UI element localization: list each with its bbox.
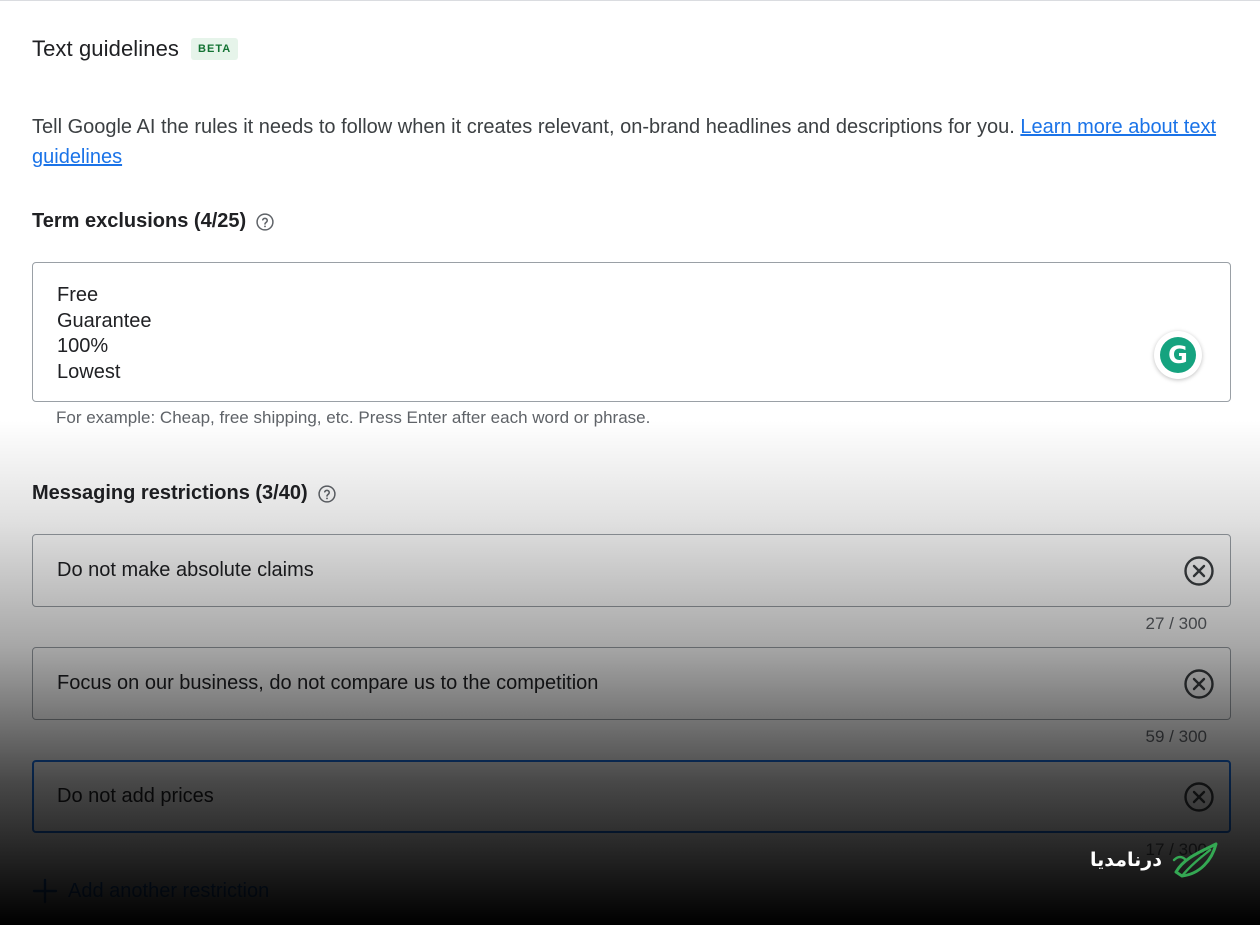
page-description: Tell Google AI the rules it needs to fol… <box>32 112 1232 172</box>
top-divider <box>0 0 1260 1</box>
watermark-text: درنامدیا <box>1090 849 1162 871</box>
watermark: درنامدیا <box>1090 838 1220 882</box>
term-list: Free Guarantee 100% Lowest <box>57 283 152 385</box>
term-item: 100% <box>57 335 109 357</box>
beta-badge: BETA <box>191 38 239 60</box>
restriction-value: Focus on our business, do not compare us… <box>57 672 599 694</box>
restriction-value: Do not add prices <box>57 785 214 807</box>
messaging-restrictions-heading: Messaging restrictions (3/40) <box>32 482 337 505</box>
term-exclusions-hint: For example: Cheap, free shipping, etc. … <box>56 408 651 427</box>
character-counter: 27 / 300 <box>1145 614 1207 633</box>
restriction-input[interactable]: Focus on our business, do not compare us… <box>32 647 1231 720</box>
clear-icon[interactable] <box>1183 668 1215 700</box>
restriction-value: Do not make absolute claims <box>57 559 314 581</box>
term-exclusions-textarea[interactable]: Free Guarantee 100% Lowest G <box>32 262 1231 402</box>
page-title: Text guidelines <box>32 36 180 61</box>
term-exclusions-title: Term exclusions (4/25) <box>32 210 247 232</box>
page-header: Text guidelines BETA <box>32 36 239 62</box>
character-counter: 59 / 300 <box>1145 727 1207 746</box>
grammarly-button[interactable]: G <box>1154 331 1202 379</box>
messaging-restrictions-title: Messaging restrictions (3/40) <box>32 482 308 504</box>
help-icon[interactable] <box>255 212 275 232</box>
term-item: Guarantee <box>57 309 152 332</box>
plus-icon <box>32 878 58 904</box>
restriction-input[interactable]: Do not add prices <box>32 760 1231 833</box>
help-icon[interactable] <box>317 484 337 504</box>
leaf-logo-icon <box>1172 842 1218 878</box>
restriction-input[interactable]: Do not make absolute claims <box>32 534 1231 607</box>
clear-icon[interactable] <box>1183 555 1215 587</box>
clear-icon[interactable] <box>1183 781 1215 813</box>
add-restriction-label: Add another restriction <box>68 879 270 902</box>
term-exclusions-heading: Term exclusions (4/25) <box>32 210 275 233</box>
add-restriction-button[interactable]: Add another restriction <box>32 878 269 904</box>
term-item: Free <box>57 284 99 306</box>
grammarly-icon: G <box>1160 337 1196 373</box>
term-item: Lowest <box>57 360 121 383</box>
description-text: Tell Google AI the rules it needs to fol… <box>32 116 1021 138</box>
